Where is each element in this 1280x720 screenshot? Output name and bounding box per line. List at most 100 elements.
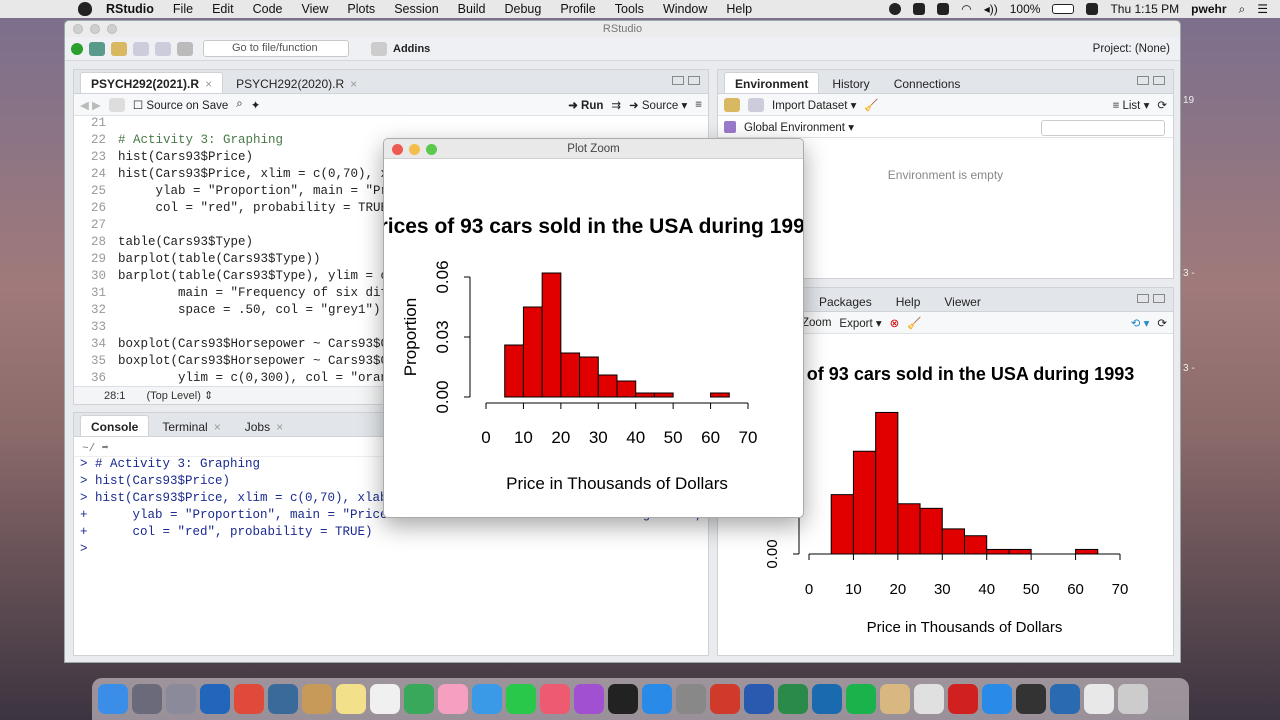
print-icon[interactable] bbox=[177, 41, 193, 56]
menu-plots[interactable]: Plots bbox=[347, 2, 375, 16]
search-icon[interactable]: ⌕ bbox=[236, 98, 242, 111]
new-file-icon[interactable] bbox=[71, 42, 83, 55]
new-project-icon[interactable] bbox=[89, 41, 105, 56]
contacts-icon[interactable] bbox=[302, 684, 332, 714]
back-arrow-icon[interactable]: ◀ ▶ bbox=[80, 98, 101, 112]
chrome-icon[interactable] bbox=[234, 684, 264, 714]
menu-code[interactable]: Code bbox=[253, 2, 283, 16]
menu-edit[interactable]: Edit bbox=[212, 2, 234, 16]
menu-list-icon[interactable]: ☰ bbox=[1257, 2, 1268, 16]
menu-window[interactable]: Window bbox=[663, 2, 707, 16]
spotlight-icon[interactable]: ⌕ bbox=[1239, 2, 1246, 17]
apple-icon[interactable] bbox=[78, 2, 92, 16]
environment-search-input[interactable] bbox=[1041, 120, 1165, 136]
scope-selector[interactable]: (Top Level) ⇕ bbox=[146, 390, 213, 402]
siri-icon[interactable] bbox=[132, 684, 162, 714]
user-name[interactable]: pwehr bbox=[1191, 2, 1226, 16]
open-file-icon[interactable] bbox=[111, 41, 127, 56]
menu-view[interactable]: View bbox=[302, 2, 329, 16]
tab-environment[interactable]: Environment bbox=[724, 72, 820, 93]
tab-help[interactable]: Help bbox=[885, 290, 932, 311]
wand-icon[interactable]: ✦ bbox=[251, 98, 261, 112]
go-to-dir-icon[interactable]: ➦ bbox=[102, 443, 109, 455]
goto-file-input[interactable]: Go to file/function bbox=[203, 40, 349, 57]
menu-debug[interactable]: Debug bbox=[504, 2, 541, 16]
minimize-pane-icon[interactable] bbox=[1137, 294, 1149, 303]
rstudio-icon[interactable] bbox=[200, 684, 230, 714]
delete-plot-icon[interactable]: ⊗ bbox=[890, 316, 900, 330]
close-tab-icon[interactable]: × bbox=[205, 77, 212, 91]
record-icon[interactable] bbox=[889, 3, 902, 15]
code-line[interactable]: 21 bbox=[74, 116, 708, 133]
project-menu[interactable]: Project: (None) bbox=[1093, 43, 1170, 55]
grid-layout-icon[interactable] bbox=[371, 41, 387, 56]
tab-psych292-2020[interactable]: PSYCH292(2020).R × bbox=[225, 72, 368, 93]
word-icon[interactable] bbox=[744, 684, 774, 714]
screen-icon[interactable] bbox=[937, 3, 950, 15]
close-tab-icon[interactable]: × bbox=[214, 420, 221, 434]
refresh-icon[interactable]: ⟳ bbox=[1157, 98, 1167, 112]
addins-menu[interactable]: Addins bbox=[393, 43, 430, 55]
launchpad-icon[interactable] bbox=[166, 684, 196, 714]
run-button[interactable]: ➜ Run bbox=[568, 98, 603, 112]
tab-history[interactable]: History bbox=[821, 72, 880, 93]
trash-icon[interactable] bbox=[1118, 684, 1148, 714]
music-icon[interactable] bbox=[540, 684, 570, 714]
list-view-menu[interactable]: ≡ List ▾ bbox=[1113, 98, 1150, 112]
close-tab-icon[interactable]: × bbox=[350, 77, 357, 91]
tab-viewer[interactable]: Viewer bbox=[933, 290, 991, 311]
calculator-icon[interactable] bbox=[1016, 684, 1046, 714]
tab-jobs[interactable]: Jobs × bbox=[234, 415, 294, 436]
reminders-icon[interactable] bbox=[370, 684, 400, 714]
control-center-icon[interactable] bbox=[1086, 3, 1099, 15]
clear-plots-icon[interactable]: 🧹 bbox=[907, 316, 921, 330]
minimize-window-button[interactable] bbox=[409, 144, 420, 155]
maximize-pane-icon[interactable] bbox=[688, 76, 700, 85]
messages-icon[interactable] bbox=[472, 684, 502, 714]
menu-profile[interactable]: Profile bbox=[560, 2, 595, 16]
battery-label[interactable]: 100% bbox=[1010, 2, 1041, 16]
volume-icon[interactable]: ◂)) bbox=[984, 2, 998, 16]
maximize-window-button[interactable] bbox=[426, 144, 437, 155]
minimize-pane-icon[interactable] bbox=[672, 76, 684, 85]
menu-file[interactable]: File bbox=[173, 2, 193, 16]
maximize-pane-icon[interactable] bbox=[1153, 76, 1165, 85]
menu-session[interactable]: Session bbox=[394, 2, 438, 16]
acrobat-icon[interactable] bbox=[948, 684, 978, 714]
finder-icon[interactable] bbox=[98, 684, 128, 714]
global-environment-menu[interactable]: Global Environment ▾ bbox=[744, 120, 854, 134]
tab-terminal[interactable]: Terminal × bbox=[151, 415, 231, 436]
close-tab-icon[interactable]: × bbox=[276, 420, 283, 434]
zoom-icon[interactable] bbox=[982, 684, 1012, 714]
zoom-icon[interactable] bbox=[913, 3, 926, 15]
load-workspace-icon[interactable] bbox=[724, 97, 740, 112]
menu-help[interactable]: Help bbox=[726, 2, 752, 16]
tab-psych292-2021[interactable]: PSYCH292(2021).R × bbox=[80, 72, 224, 93]
import-dataset-button[interactable]: Import Dataset ▾ bbox=[772, 98, 856, 112]
document-icon[interactable] bbox=[1084, 684, 1114, 714]
wifi-icon[interactable]: ◠ bbox=[961, 2, 971, 16]
refresh-plot-icon[interactable]: ⟳ bbox=[1157, 316, 1167, 330]
menu-build[interactable]: Build bbox=[458, 2, 486, 16]
source-button[interactable]: ➜ Source ▾ bbox=[629, 98, 687, 112]
preview-icon[interactable] bbox=[268, 684, 298, 714]
photos-icon[interactable] bbox=[438, 684, 468, 714]
tab-packages[interactable]: Packages bbox=[808, 290, 883, 311]
maximize-window-button[interactable] bbox=[107, 24, 117, 34]
minimize-pane-icon[interactable] bbox=[1137, 76, 1149, 85]
menu-app[interactable]: RStudio bbox=[106, 2, 154, 16]
maps-icon[interactable] bbox=[404, 684, 434, 714]
podcasts-icon[interactable] bbox=[574, 684, 604, 714]
script-editor-icon[interactable] bbox=[914, 684, 944, 714]
menu-tools[interactable]: Tools bbox=[615, 2, 644, 16]
notes-icon[interactable] bbox=[336, 684, 366, 714]
outline-icon[interactable]: ≡ bbox=[695, 99, 702, 111]
tab-connections[interactable]: Connections bbox=[883, 72, 972, 93]
publish-icon[interactable]: ⟲ ▾ bbox=[1131, 316, 1150, 330]
powerpoint-icon[interactable] bbox=[710, 684, 740, 714]
camtasia-icon[interactable] bbox=[1050, 684, 1080, 714]
close-window-button[interactable] bbox=[73, 24, 83, 34]
minimize-window-button[interactable] bbox=[90, 24, 100, 34]
zoom-button[interactable]: Zoom bbox=[802, 317, 831, 329]
rerun-icon[interactable]: ⇉ bbox=[611, 98, 621, 112]
